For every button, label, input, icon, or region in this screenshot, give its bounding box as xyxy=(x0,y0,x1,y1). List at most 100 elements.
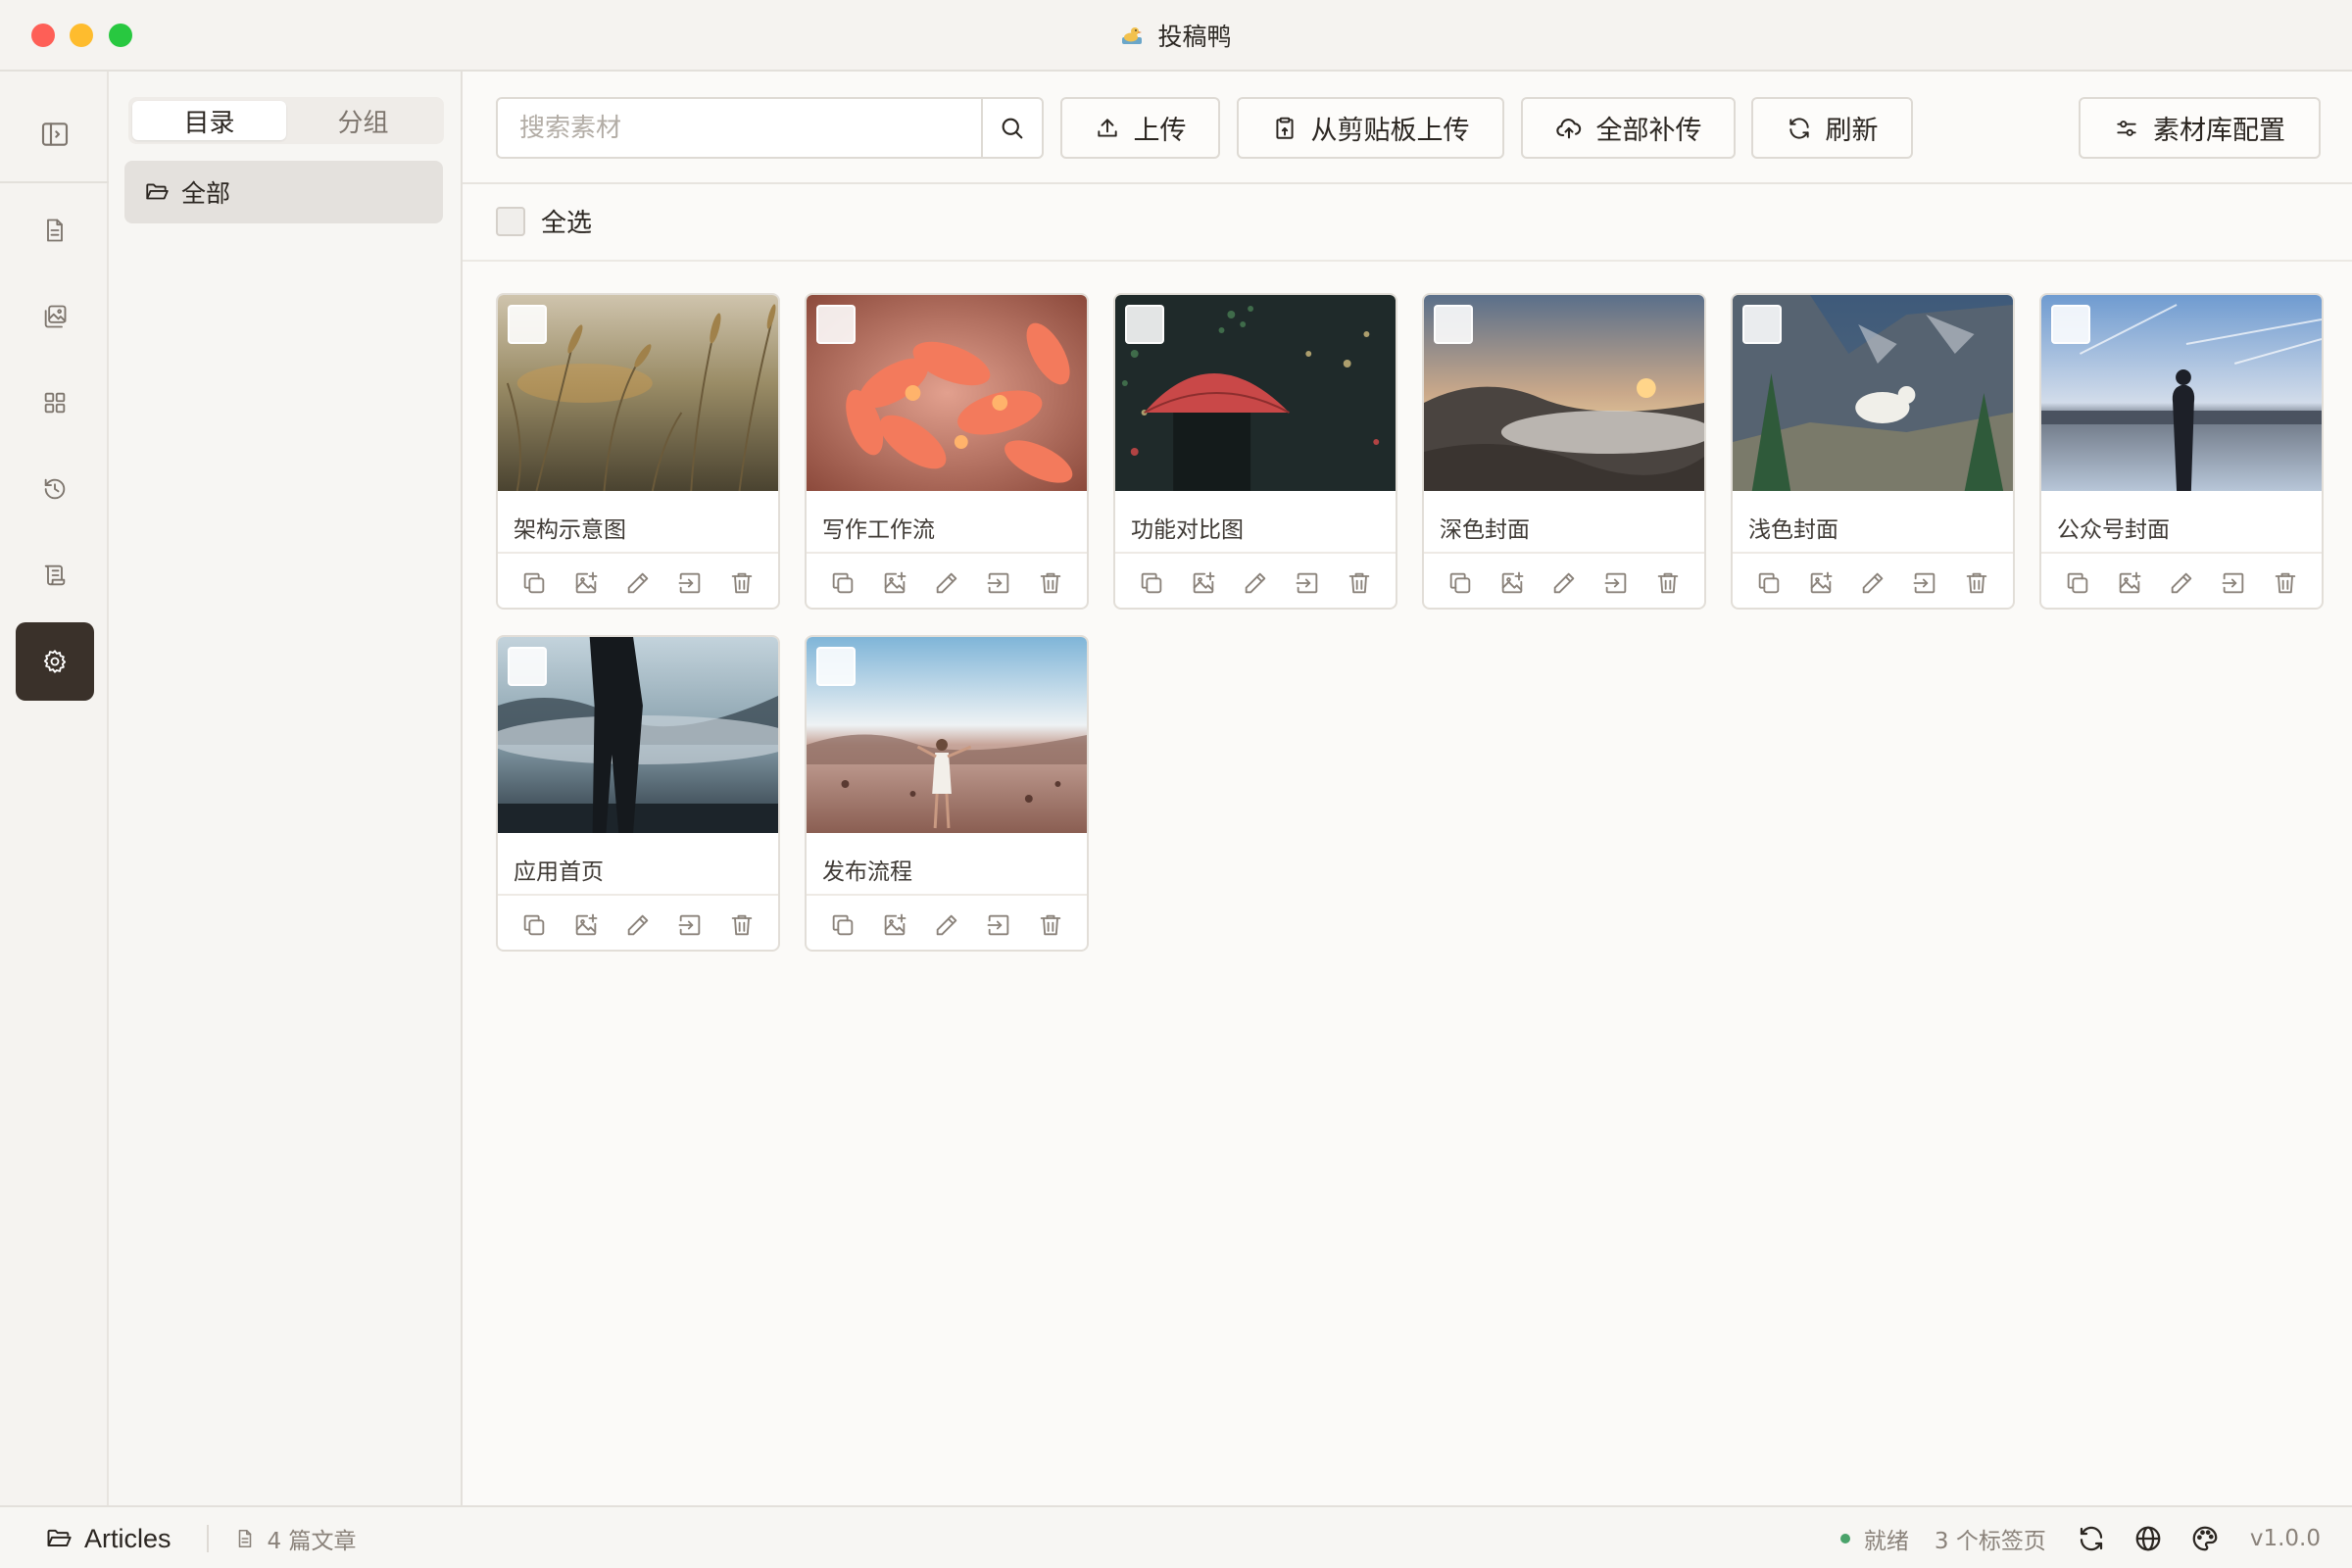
sync-button[interactable] xyxy=(2074,1521,2109,1556)
asset-checkbox[interactable] xyxy=(1434,305,1473,344)
delete-button[interactable] xyxy=(2269,566,2302,600)
toolbar: 上传 从剪贴板上传 全部补传 刷新 素材库配置 xyxy=(463,72,2352,184)
delete-button[interactable] xyxy=(1960,566,1993,600)
asset-checkbox[interactable] xyxy=(816,305,856,344)
tab-directory[interactable]: 目录 xyxy=(132,101,286,140)
cloud-upload-icon xyxy=(1555,118,1581,138)
rename-button[interactable] xyxy=(1547,566,1581,600)
rename-button[interactable] xyxy=(1239,566,1272,600)
clipboard-icon xyxy=(1275,117,1294,139)
asset-name: 浅色封面 xyxy=(1748,517,1838,543)
rail-history-button[interactable] xyxy=(16,450,94,528)
replace-image-button[interactable] xyxy=(569,908,603,942)
move-to-icon xyxy=(987,914,1009,935)
delete-button[interactable] xyxy=(1343,566,1376,600)
asset-card[interactable]: 深色封面 xyxy=(1422,293,1706,610)
asset-card[interactable]: 功能对比图 xyxy=(1113,293,1397,610)
image-plus-icon xyxy=(1193,571,1215,593)
refresh-button[interactable]: 刷新 xyxy=(1751,97,1913,159)
replace-image-button[interactable] xyxy=(878,908,911,942)
status-indicator xyxy=(1839,1534,1850,1544)
move-button[interactable] xyxy=(982,566,1015,600)
copy-button[interactable] xyxy=(2061,566,2094,600)
asset-card[interactable]: 架构示意图 xyxy=(496,293,780,610)
clipboard-upload-button[interactable]: 从剪贴板上传 xyxy=(1237,97,1504,159)
move-to-icon xyxy=(1296,572,1318,593)
rename-button[interactable] xyxy=(621,908,655,942)
move-button[interactable] xyxy=(1908,566,1941,600)
select-all-control[interactable]: 全选 xyxy=(496,203,592,239)
move-button[interactable] xyxy=(1291,566,1324,600)
rail-scroll-button[interactable] xyxy=(16,536,94,614)
move-to-icon xyxy=(1604,572,1627,593)
directory-item-all[interactable]: 全部 xyxy=(124,161,443,223)
globe-icon xyxy=(2135,1526,2161,1551)
tab-count: 3 个标签页 xyxy=(1934,1529,2046,1554)
search-icon xyxy=(1002,118,1023,138)
asset-card[interactable]: 浅色封面 xyxy=(1731,293,2015,610)
asset-card[interactable]: 公众号封面 xyxy=(2039,293,2324,610)
asset-checkbox[interactable] xyxy=(816,647,856,686)
rail-articles-button[interactable] xyxy=(16,191,94,270)
rename-button[interactable] xyxy=(621,566,655,600)
copy-button[interactable] xyxy=(517,908,551,942)
replace-image-button[interactable] xyxy=(2113,566,2146,600)
rename-button[interactable] xyxy=(2165,566,2198,600)
upload-button[interactable]: 上传 xyxy=(1060,97,1220,159)
tab-groups[interactable]: 分组 xyxy=(286,101,440,140)
replace-image-button[interactable] xyxy=(1804,566,1838,600)
copy-button[interactable] xyxy=(826,908,859,942)
move-button[interactable] xyxy=(982,908,1015,942)
move-button[interactable] xyxy=(673,566,707,600)
copy-button[interactable] xyxy=(517,566,551,600)
replace-image-button[interactable] xyxy=(1495,566,1529,600)
sidebar-toggle-icon xyxy=(41,122,69,146)
workspace-folder-label[interactable]: Articles xyxy=(84,1524,172,1554)
replace-image-button[interactable] xyxy=(569,566,603,600)
delete-button[interactable] xyxy=(1651,566,1685,600)
rename-button[interactable] xyxy=(1856,566,1889,600)
move-button[interactable] xyxy=(2217,566,2250,600)
copy-button[interactable] xyxy=(1135,566,1168,600)
asset-card[interactable]: 应用首页 xyxy=(496,635,780,952)
rail-settings-button[interactable] xyxy=(16,622,94,701)
copy-icon xyxy=(832,572,853,593)
delete-button[interactable] xyxy=(1034,908,1067,942)
replace-image-button[interactable] xyxy=(878,566,911,600)
delete-button[interactable] xyxy=(725,908,759,942)
main-content: 上传 从剪贴板上传 全部补传 刷新 素材库配置 xyxy=(463,72,2352,1505)
move-button[interactable] xyxy=(1599,566,1633,600)
move-button[interactable] xyxy=(673,908,707,942)
copy-button[interactable] xyxy=(1444,566,1477,600)
asset-checkbox[interactable] xyxy=(2051,305,2090,344)
asset-checkbox[interactable] xyxy=(1125,305,1164,344)
library-config-button[interactable]: 素材库配置 xyxy=(2079,97,2321,159)
asset-card[interactable]: 写作工作流 xyxy=(805,293,1089,610)
search-button[interactable] xyxy=(981,99,1042,157)
language-button[interactable] xyxy=(2131,1521,2166,1556)
pencil-icon xyxy=(627,572,649,593)
replace-image-button[interactable] xyxy=(1187,566,1220,600)
reupload-all-button[interactable]: 全部补传 xyxy=(1521,97,1736,159)
image-plus-icon xyxy=(1501,571,1524,593)
rail-images-button[interactable] xyxy=(16,277,94,356)
rail-apps-button[interactable] xyxy=(16,364,94,442)
asset-checkbox[interactable] xyxy=(508,305,547,344)
rename-button[interactable] xyxy=(930,908,963,942)
delete-button[interactable] xyxy=(1034,566,1067,600)
sidebar-toggle-button[interactable] xyxy=(29,109,80,160)
asset-actions xyxy=(1424,552,1704,608)
copy-button[interactable] xyxy=(1752,566,1786,600)
rename-button[interactable] xyxy=(930,566,963,600)
asset-card[interactable]: 发布流程 xyxy=(805,635,1089,952)
delete-button[interactable] xyxy=(725,566,759,600)
asset-checkbox[interactable] xyxy=(1742,305,1782,344)
search-input[interactable] xyxy=(498,99,981,157)
palette-icon xyxy=(2192,1526,2218,1551)
article-count: 4 篇文章 xyxy=(267,1529,357,1554)
select-all-checkbox[interactable] xyxy=(496,206,525,236)
theme-button[interactable] xyxy=(2187,1521,2223,1556)
folder-open-icon xyxy=(146,183,169,200)
copy-button[interactable] xyxy=(826,566,859,600)
asset-checkbox[interactable] xyxy=(508,647,547,686)
